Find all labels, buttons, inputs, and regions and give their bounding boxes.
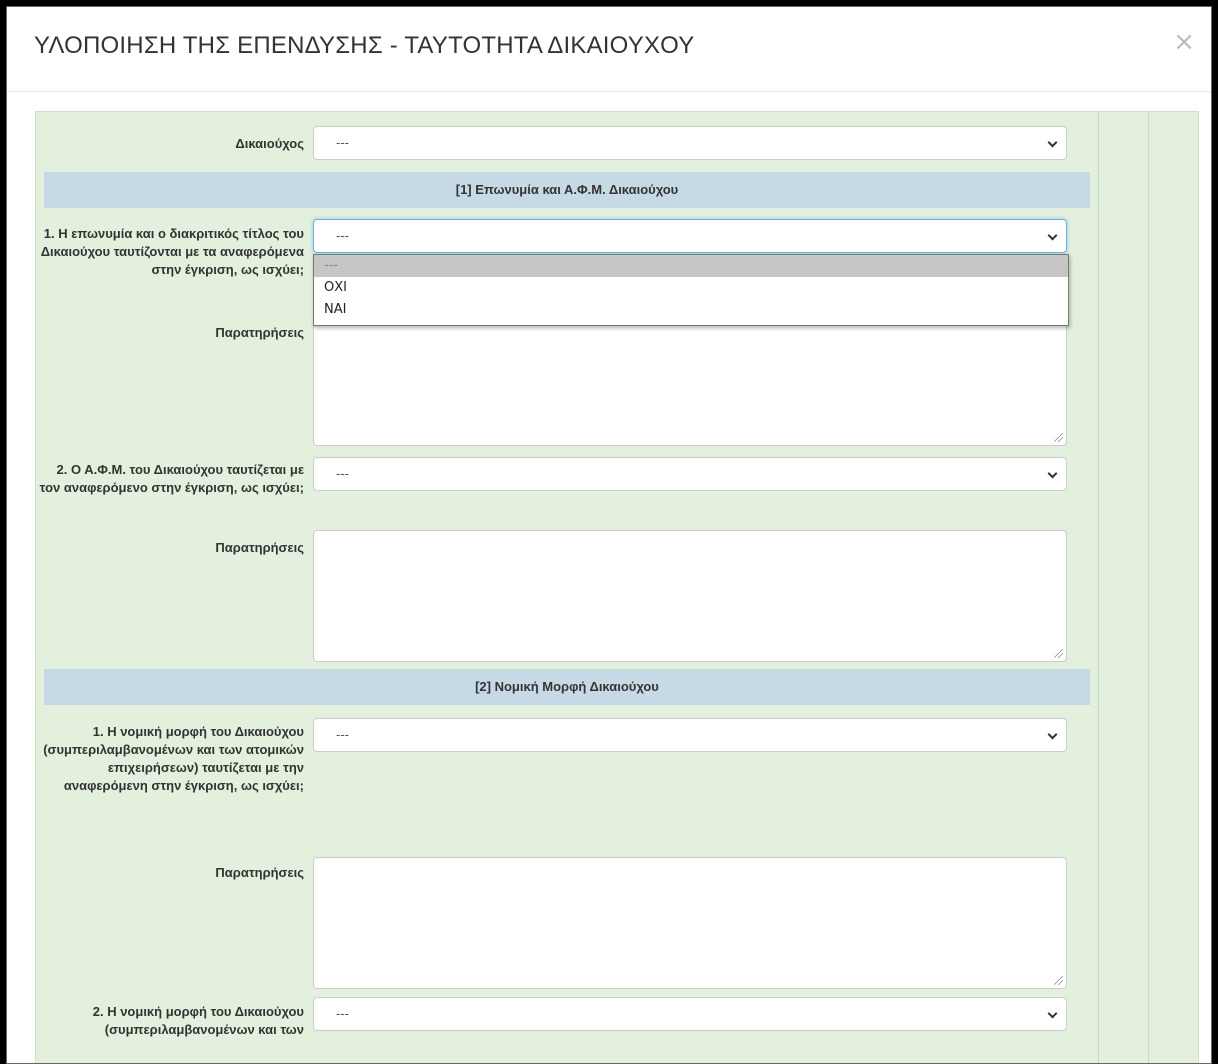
form-panel: Δικαιούχος --- [1] Επωνυμία και Α.Φ.Μ. Δ… xyxy=(35,111,1199,1063)
dropdown-option[interactable]: ΟΧΙ xyxy=(314,277,1068,299)
chevron-down-icon xyxy=(1047,468,1058,479)
resize-grip-icon[interactable] xyxy=(1054,649,1063,658)
beneficiary-select[interactable]: --- xyxy=(313,126,1067,160)
chevron-down-icon xyxy=(1047,137,1058,148)
question-1-1-label: 1. Η επωνυμία και ο διακριτικός τίτλος τ… xyxy=(40,226,304,277)
question-2-1-select-value: --- xyxy=(336,727,349,742)
section-header-2: [2] Νομική Μορφή Δικαιούχου xyxy=(44,669,1090,705)
question-1-2-select[interactable]: --- xyxy=(313,457,1067,491)
chevron-down-icon xyxy=(1047,230,1058,241)
section-header-1: [1] Επωνυμία και Α.Φ.Μ. Δικαιούχου xyxy=(44,172,1090,208)
notes-2-1-textarea[interactable] xyxy=(313,857,1067,989)
chevron-down-icon xyxy=(1047,729,1058,740)
resize-grip-icon[interactable] xyxy=(1054,976,1063,985)
dropdown-option[interactable]: ΝΑΙ xyxy=(314,299,1068,321)
question-1-2-label: 2. Ο Α.Φ.Μ. του Δικαιούχου ταυτίζεται με… xyxy=(39,462,304,495)
question-2-2-select-value: --- xyxy=(336,1006,349,1021)
question-1-1-dropdown-list: --- ΟΧΙ ΝΑΙ xyxy=(313,254,1069,326)
question-2-2-label: 2. Η νομική μορφή του Δικαιούχου (συμπερ… xyxy=(92,1004,304,1037)
notes-1-2-textarea[interactable] xyxy=(313,530,1067,662)
question-1-2-select-value: --- xyxy=(336,466,349,481)
notes-2-1-label: Παρατηρήσεις xyxy=(215,865,304,880)
resize-grip-icon[interactable] xyxy=(1054,433,1063,442)
column-divider xyxy=(1098,112,1099,1063)
modal-title: ΥΛΟΠΟΙΗΣΗ ΤΗΣ ΕΠΕΝΔΥΣΗΣ - ΤΑΥΤΟΤΗΤΑ ΔΙΚΑ… xyxy=(34,32,695,59)
notes-1-1-textarea[interactable] xyxy=(313,314,1067,446)
beneficiary-select-value: --- xyxy=(336,135,349,150)
question-2-2-select[interactable]: --- xyxy=(313,997,1067,1031)
chevron-down-icon xyxy=(1047,1008,1058,1019)
notes-1-1-label: Παρατηρήσεις xyxy=(215,325,304,340)
modal-header: ΥΛΟΠΟΙΗΣΗ ΤΗΣ ΕΠΕΝΔΥΣΗΣ - ΤΑΥΤΟΤΗΤΑ ΔΙΚΑ… xyxy=(7,7,1211,92)
question-2-1-select[interactable]: --- xyxy=(313,718,1067,752)
question-1-1-select-value: --- xyxy=(336,228,349,243)
question-2-1-label: 1. Η νομική μορφή του Δικαιούχου (συμπερ… xyxy=(43,724,304,793)
modal-dialog: ΥΛΟΠΟΙΗΣΗ ΤΗΣ ΕΠΕΝΔΥΣΗΣ - ΤΑΥΤΟΤΗΤΑ ΔΙΚΑ… xyxy=(6,6,1212,1064)
close-icon[interactable]: × xyxy=(1173,29,1195,55)
column-divider xyxy=(1148,112,1149,1063)
beneficiary-label: Δικαιούχος xyxy=(235,136,304,151)
notes-1-2-label: Παρατηρήσεις xyxy=(215,540,304,555)
dropdown-option[interactable]: --- xyxy=(314,255,1068,277)
question-1-1-select[interactable]: --- xyxy=(313,219,1067,253)
